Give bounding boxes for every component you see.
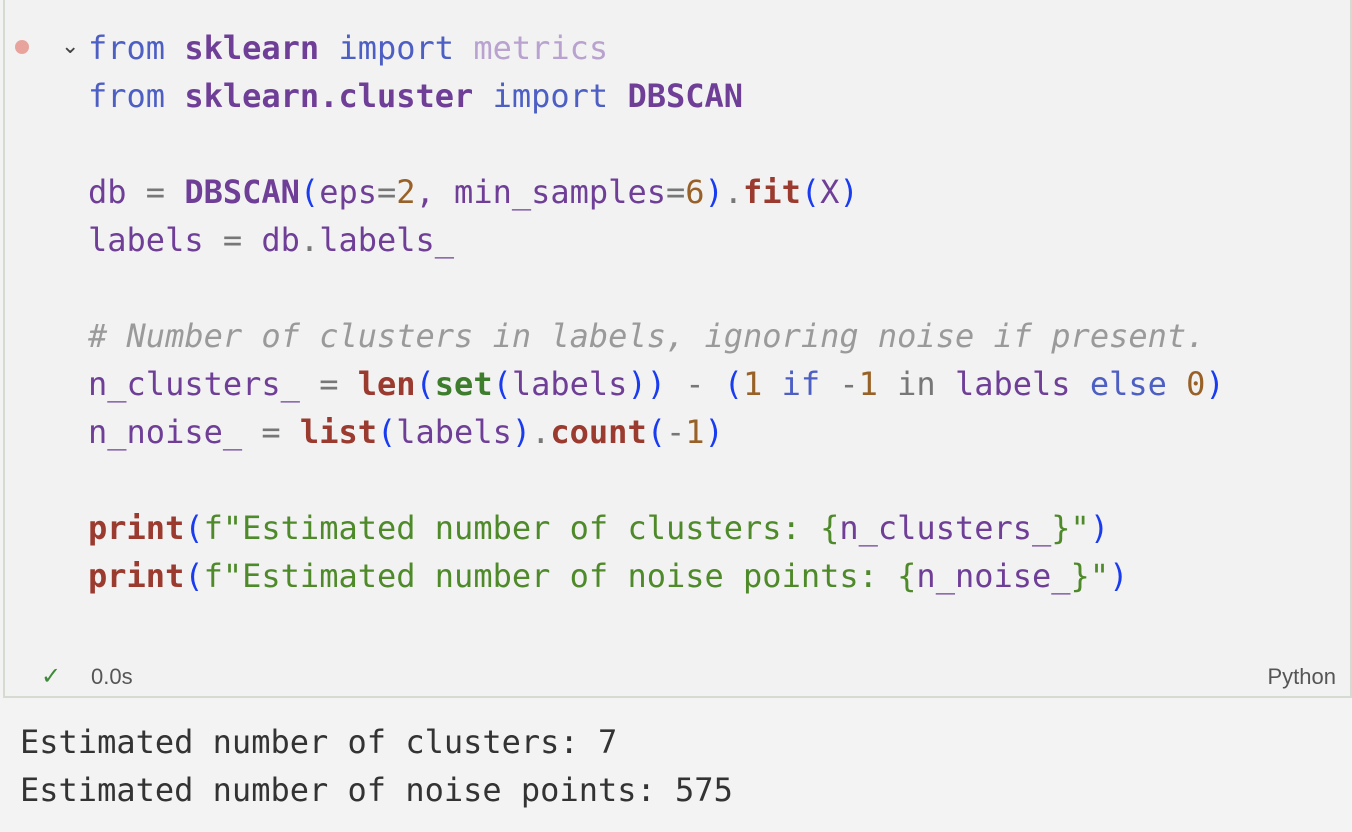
code-token: ( bbox=[723, 365, 744, 403]
code-token: = bbox=[319, 365, 358, 403]
code-token: = bbox=[222, 221, 262, 259]
code-token: eps bbox=[319, 173, 377, 211]
code-token: = bbox=[261, 413, 300, 451]
code-token: import bbox=[473, 77, 628, 115]
code-token: n_noise_ bbox=[88, 413, 262, 451]
code-line: print(f"Estimated number of clusters: {n… bbox=[88, 504, 1225, 552]
code-token: )) bbox=[627, 365, 666, 403]
code-token: ( bbox=[184, 557, 204, 595]
code-token: ( bbox=[646, 413, 666, 451]
code-line: labels = db.labels_ bbox=[88, 216, 1225, 264]
code-token: }" bbox=[1070, 557, 1110, 595]
code-token: n_clusters_ bbox=[839, 509, 1052, 547]
code-line: from sklearn.cluster import DBSCAN bbox=[88, 72, 1225, 120]
code-token: 2 bbox=[396, 173, 416, 211]
code-token: ( bbox=[299, 173, 320, 211]
output-line: Estimated number of noise points: 575 bbox=[20, 771, 733, 809]
code-token: in bbox=[877, 365, 955, 403]
code-token: 6 bbox=[685, 173, 705, 211]
code-token: - bbox=[665, 413, 686, 451]
code-line: n_noise_ = list(labels).count(-1) bbox=[88, 408, 1225, 456]
code-token: DBSCAN bbox=[627, 77, 744, 115]
code-token: print bbox=[88, 557, 185, 595]
code-token: ) bbox=[1205, 365, 1225, 403]
code-token: sklearn.cluster bbox=[184, 77, 474, 115]
code-token: from bbox=[88, 29, 185, 67]
code-token: f"Estimated number of noise points: bbox=[203, 557, 898, 595]
code-token: sklearn bbox=[184, 29, 320, 67]
code-token: 0 bbox=[1186, 365, 1206, 403]
code-line: # Number of clusters in labels, ignoring… bbox=[88, 312, 1225, 360]
code-token: { bbox=[820, 509, 840, 547]
code-token: from bbox=[88, 77, 185, 115]
code-line: n_clusters_ = len(set(labels)) - (1 if -… bbox=[88, 360, 1225, 408]
code-line: db = DBSCAN(eps=2, min_samples=6).fit(X) bbox=[88, 168, 1225, 216]
code-token: ( bbox=[492, 365, 512, 403]
code-token: 1 bbox=[685, 413, 705, 451]
code-token: db bbox=[88, 173, 146, 211]
execution-time: 0.0s bbox=[91, 664, 133, 689]
code-token: ) bbox=[1109, 557, 1129, 595]
code-token: db bbox=[261, 221, 300, 259]
success-check-icon: ✓ bbox=[41, 663, 62, 690]
code-token: print bbox=[88, 509, 185, 547]
cell-output: Estimated number of clusters: 7 Estimated… bbox=[20, 718, 733, 814]
code-token: import bbox=[319, 29, 474, 67]
code-cell[interactable]: ⌄ from sklearn import metrics from sklear… bbox=[3, 0, 1352, 698]
code-token: len bbox=[357, 365, 416, 403]
language-selector[interactable]: Python bbox=[1268, 664, 1337, 690]
code-token: else bbox=[1070, 365, 1187, 403]
code-token: labels bbox=[954, 365, 1071, 403]
code-token: = bbox=[376, 173, 397, 211]
collapse-chevron-icon[interactable]: ⌄ bbox=[61, 34, 79, 59]
code-token: 1 bbox=[743, 365, 763, 403]
code-token: ) bbox=[839, 173, 859, 211]
code-token: DBSCAN bbox=[184, 173, 300, 211]
code-token: fit bbox=[743, 173, 801, 211]
breakpoint-dot-icon[interactable] bbox=[15, 40, 29, 54]
code-line: from sklearn import metrics bbox=[88, 24, 1225, 72]
code-token: ) bbox=[511, 413, 532, 451]
code-token: metrics bbox=[473, 29, 609, 67]
code-token: ( bbox=[376, 413, 397, 451]
code-token: if bbox=[762, 365, 840, 403]
code-token: ) bbox=[704, 173, 724, 211]
code-token: ( bbox=[415, 365, 435, 403]
output-line: Estimated number of clusters: 7 bbox=[20, 723, 618, 761]
code-token: ) bbox=[1089, 509, 1110, 547]
code-line: print(f"Estimated number of noise points… bbox=[88, 552, 1225, 600]
code-token: labels bbox=[511, 365, 628, 403]
code-editor[interactable]: from sklearn import metrics from sklearn.… bbox=[88, 24, 1225, 600]
code-token: ( bbox=[800, 173, 821, 211]
code-token: labels bbox=[396, 413, 512, 451]
code-token: n_clusters_ bbox=[88, 365, 320, 403]
code-token: ( bbox=[184, 509, 204, 547]
code-token: # Number of clusters in labels, ignoring… bbox=[88, 317, 1206, 355]
code-token: X bbox=[820, 173, 840, 211]
code-token: = bbox=[665, 173, 686, 211]
code-token: n_noise_ bbox=[916, 557, 1071, 595]
code-token: - bbox=[839, 365, 859, 403]
code-token: labels_ bbox=[319, 221, 455, 259]
code-token: . bbox=[299, 221, 320, 259]
code-token: , min_samples bbox=[415, 173, 666, 211]
code-token: . bbox=[531, 413, 551, 451]
code-token: set bbox=[434, 365, 493, 403]
code-token: = bbox=[145, 173, 185, 211]
code-token: }" bbox=[1051, 509, 1090, 547]
code-token: . bbox=[723, 173, 744, 211]
code-token: { bbox=[897, 557, 917, 595]
code-token: list bbox=[299, 413, 377, 451]
code-token: count bbox=[550, 413, 647, 451]
code-token: - bbox=[665, 365, 724, 403]
code-token: ) bbox=[704, 413, 724, 451]
code-token: f"Estimated number of clusters: bbox=[203, 509, 821, 547]
code-token: 1 bbox=[858, 365, 878, 403]
code-token: labels bbox=[88, 221, 223, 259]
